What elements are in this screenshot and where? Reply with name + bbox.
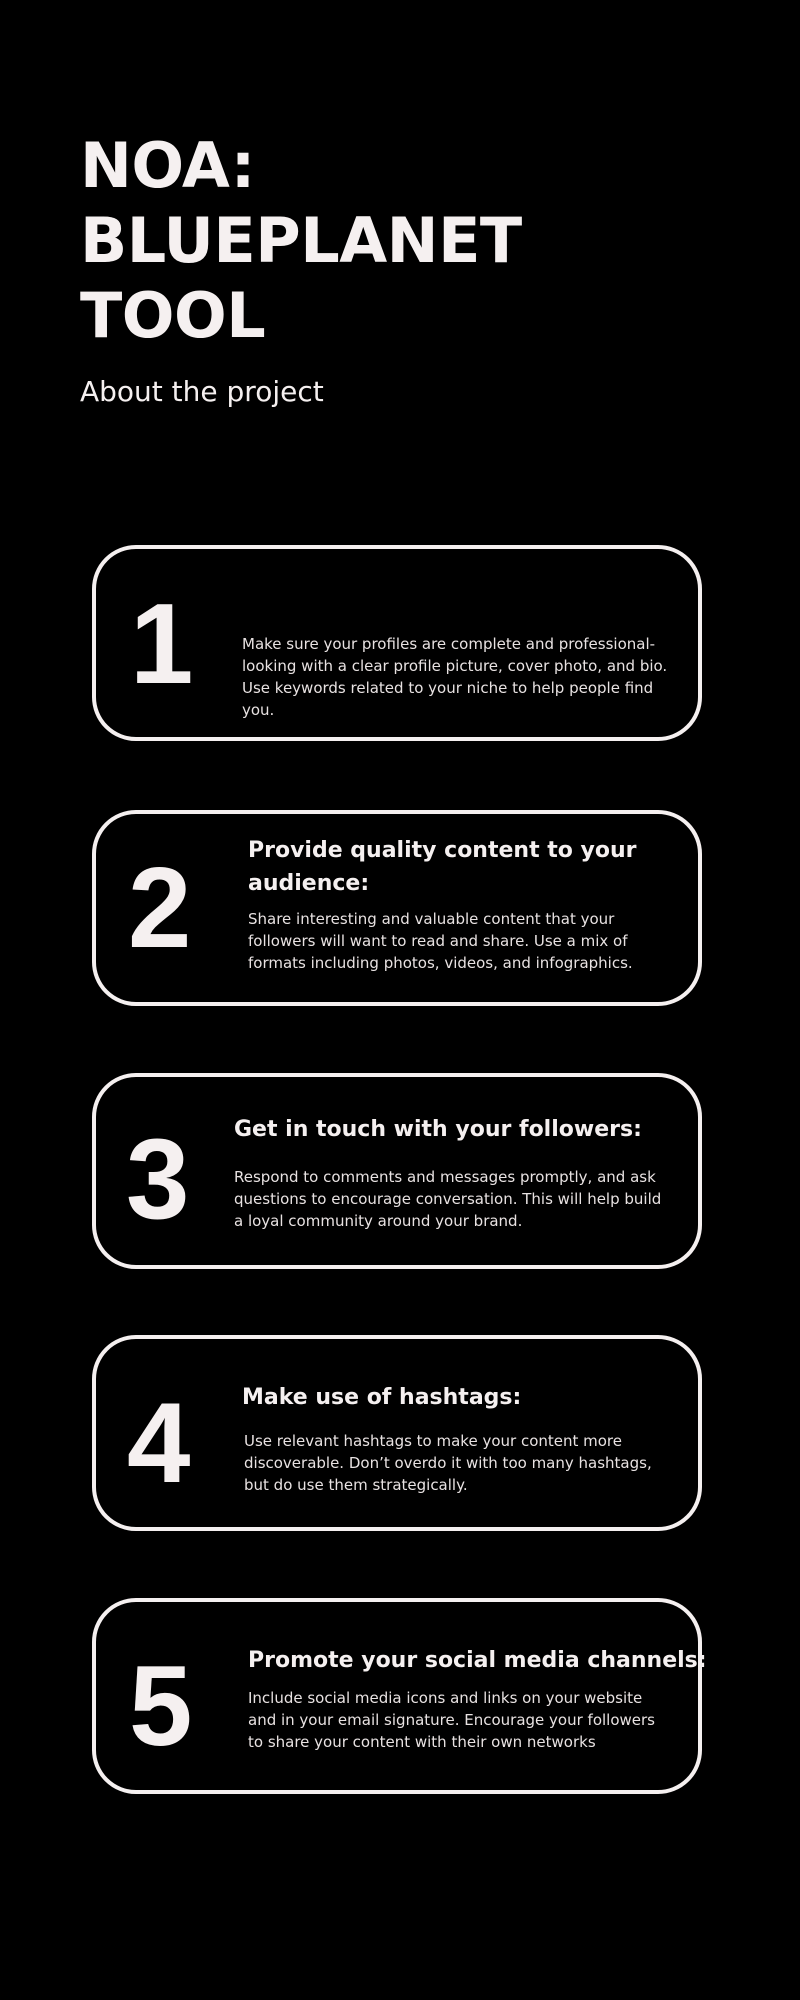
step-number: 1 [130,581,194,708]
step-body: Respond to comments and messages promptl… [234,1168,662,1230]
step-heading: Make use of hashtags: [242,1385,522,1410]
title-line: NOA: [80,129,255,202]
step-body: Make sure your profiles are complete and… [242,635,668,719]
step-number: 4 [127,1380,191,1507]
page-title: NOA: BLUEPLANET TOOL [80,128,640,353]
title-line: TOOL [80,279,266,352]
step-number: 5 [129,1643,193,1770]
step-body: Use relevant hashtags to make your conte… [244,1432,652,1494]
step-number: 3 [126,1116,190,1243]
step-text: Provide quality content to your audience… [248,834,670,974]
step-card-3: 3 Get in touch with your followers: Resp… [92,1073,702,1269]
title-line: BLUEPLANET [80,204,522,277]
step-heading: Provide quality content to your audience… [248,838,637,896]
step-card-5: 5 Promote your social media channels: In… [92,1598,707,1794]
step-text: Make sure your profiles are complete and… [242,633,670,721]
step-text: Get in touch with your followers: Respon… [234,1113,670,1232]
step-card-4: 4 Make use of hashtags: Use relevant has… [92,1335,702,1531]
step-body: Share interesting and valuable content t… [248,910,633,972]
page-subtitle: About the project [80,375,324,408]
step-heading: Get in touch with your followers: [234,1117,642,1142]
step-card-2: 2 Provide quality content to your audien… [92,810,702,1006]
step-text: Make use of hashtags: Use relevant hasht… [242,1381,670,1496]
step-card-1: 1 Make sure your profiles are complete a… [92,545,702,741]
step-heading: Promote your social media channels: [248,1648,707,1673]
step-number: 2 [128,845,192,972]
step-text: Promote your social media channels: Incl… [248,1644,707,1753]
step-body: Include social media icons and links on … [248,1689,655,1751]
